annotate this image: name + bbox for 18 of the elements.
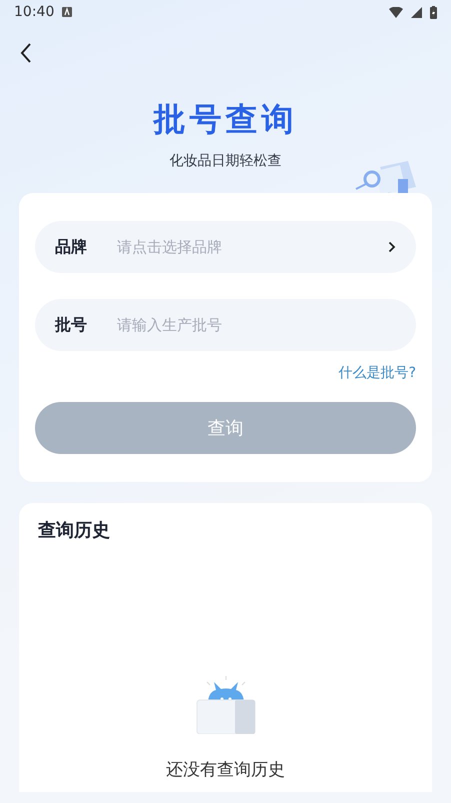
- brand-field[interactable]: 品牌 请点击选择品牌: [35, 221, 416, 273]
- field-label: 品牌: [55, 236, 88, 258]
- history-title: 查询历史: [38, 519, 111, 543]
- empty-history-text: 还没有查询历史: [166, 759, 285, 782]
- chevron-right-icon: [388, 241, 396, 253]
- help-link[interactable]: 什么是批号?: [338, 363, 416, 384]
- page-title: 批号查询: [154, 103, 298, 135]
- status-time: 10:40: [14, 2, 54, 22]
- empty-box-cat-icon: [196, 676, 256, 734]
- wifi-icon: [389, 6, 403, 18]
- batch-input-field[interactable]: 请输入生产批号: [115, 312, 396, 338]
- batch-field[interactable]: 批号 请输入生产批号: [35, 299, 416, 351]
- notification-icon: [62, 7, 72, 17]
- field-label: 批号: [55, 314, 88, 336]
- signal-icon: [411, 6, 422, 18]
- battery-icon: [430, 6, 437, 18]
- brand-select-field[interactable]: 请点击选择品牌: [115, 234, 388, 260]
- page-subtitle: 化妆品日期轻松查: [170, 152, 282, 171]
